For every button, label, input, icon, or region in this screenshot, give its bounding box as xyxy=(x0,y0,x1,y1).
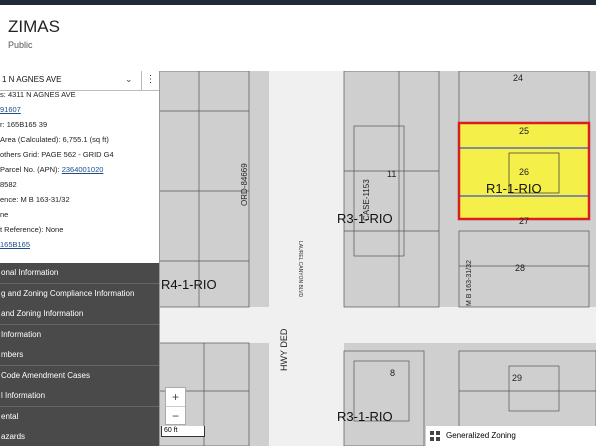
parcel-info-label: t Reference): xyxy=(0,225,44,234)
info-section-label: azards xyxy=(1,432,26,441)
ord-label: ORD-84669 xyxy=(240,163,249,206)
map-canvas[interactable]: R4-1-RIO R3-1-RIO R1-1-RIO R3-1-RIO ORD-… xyxy=(159,71,596,446)
lot-25: 25 xyxy=(519,126,529,136)
app-subtitle: Public xyxy=(8,40,33,50)
info-section-header[interactable]: and Zoning Information xyxy=(0,304,159,325)
parcel-info-value: 8582 xyxy=(0,180,17,189)
grid-icon xyxy=(430,431,440,441)
app-title: ZIMAS xyxy=(8,17,60,36)
parcel-info-link[interactable]: 2364001020 xyxy=(62,165,104,174)
zoom-in-button[interactable]: + xyxy=(166,388,185,407)
info-section-label: Code Amendment Cases xyxy=(1,370,90,380)
parcel-info-value: 4311 N AGNES AVE xyxy=(7,90,76,99)
parcel-info-row: s: 4311 N AGNES AVE xyxy=(0,90,76,99)
address-search[interactable]: 1 N AGNES AVE ⌄ ⋮ xyxy=(0,71,159,91)
info-section-label: Information xyxy=(1,329,42,339)
info-section-header[interactable]: Information xyxy=(0,324,159,346)
info-section-label: g and Zoning Compliance Information xyxy=(1,288,135,298)
address-search-value[interactable]: 1 N AGNES AVE xyxy=(2,75,61,84)
lot-24: 24 xyxy=(513,73,523,83)
parcel-info-label: Parcel No. (APN): xyxy=(0,165,60,174)
parcel-info-value: 6,755.1 (sq ft) xyxy=(62,135,109,144)
parcel-info-panel: 1 N AGNES AVE ⌄ ⋮ s: 4311 N AGNES AVE 91… xyxy=(0,71,160,446)
info-section-header[interactable]: Code Amendment Cases xyxy=(0,365,159,387)
parcel-info-row: 165B165 xyxy=(0,240,30,249)
legend-label: Generalized Zoning xyxy=(446,431,516,440)
info-section-label: and Zoning Information xyxy=(1,309,84,318)
parcel-info-label: Area (Calculated): xyxy=(0,135,61,144)
lot-11: 11 xyxy=(387,169,396,179)
lot-27: 27 xyxy=(519,216,529,226)
info-section-header[interactable]: azards xyxy=(0,427,159,446)
parcel-info-link[interactable]: 91607 xyxy=(0,105,21,114)
hwy-label: HWY DED xyxy=(279,328,289,371)
parcel-info-row: 91607 xyxy=(0,105,21,114)
info-section-header[interactable]: mbers xyxy=(0,345,159,366)
lot-29: 29 xyxy=(512,373,522,383)
parcel-info-row: Parcel No. (APN): 2364001020 xyxy=(0,165,103,174)
chevron-down-icon[interactable]: ⌄ xyxy=(125,74,133,85)
info-section-label: onal Information xyxy=(1,268,59,277)
parcel-info-row: Area (Calculated): 6,755.1 (sq ft) xyxy=(0,135,109,144)
zone-label-r1: R1-1-RIO xyxy=(486,181,542,196)
parcel-info-link[interactable]: 165B165 xyxy=(0,240,30,249)
parcel-info-value: 165B165 39 xyxy=(6,120,48,129)
info-section-header[interactable]: l Information xyxy=(0,386,159,407)
parcel-info-value: ne xyxy=(0,210,9,219)
parcel-info-label: s: xyxy=(0,90,6,99)
lot-26: 26 xyxy=(519,167,529,177)
legend-bar[interactable]: Generalized Zoning xyxy=(426,426,596,446)
info-section-header[interactable]: ental xyxy=(0,406,159,428)
parcel-info-row: ence: M B 163-31/32 xyxy=(0,195,70,204)
lot-28: 28 xyxy=(515,263,525,273)
parcel-info-row: r: 165B165 39 xyxy=(0,120,47,129)
parcel-info-label: ence: xyxy=(0,195,19,204)
info-section-header[interactable]: onal Information xyxy=(0,263,159,284)
case-label: CASE-1153 xyxy=(362,179,371,221)
parcel-info-label: r: xyxy=(0,120,5,129)
info-section-label: mbers xyxy=(1,350,24,359)
parcel-info-value: M B 163-31/32 xyxy=(20,195,70,204)
street-label: LAUREL CANYON BLVD xyxy=(297,241,303,298)
parcel-info-row: others Grid: PAGE 562 - GRID G4 xyxy=(0,150,114,159)
zone-label-r3-bottom: R3-1-RIO xyxy=(337,409,393,424)
parcel-info-value: PAGE 562 - GRID G4 xyxy=(41,150,114,159)
parcel-info-row: 8582 xyxy=(0,180,17,189)
zone-label-r4: R4-1-RIO xyxy=(161,277,217,292)
parcel-info-label: others Grid: xyxy=(0,150,40,159)
more-options-icon[interactable]: ⋮ xyxy=(141,71,159,90)
info-section-header[interactable]: g and Zoning Compliance Information xyxy=(0,283,159,305)
parcel-info-row: t Reference): None xyxy=(0,225,63,234)
info-section-label: ental xyxy=(1,411,19,421)
mb-label: M B 163-31/32 xyxy=(466,260,473,306)
parcel-info-row: ne xyxy=(0,210,8,219)
app-header: ZIMAS Public xyxy=(0,5,596,71)
zoom-out-button[interactable]: − xyxy=(166,407,185,425)
scale-bar: 60 ft xyxy=(161,426,205,437)
parcel-info-value: None xyxy=(45,225,64,234)
lot-8: 8 xyxy=(390,368,395,378)
info-section-label: l Information xyxy=(1,391,46,400)
zoom-control: + − xyxy=(165,387,186,425)
